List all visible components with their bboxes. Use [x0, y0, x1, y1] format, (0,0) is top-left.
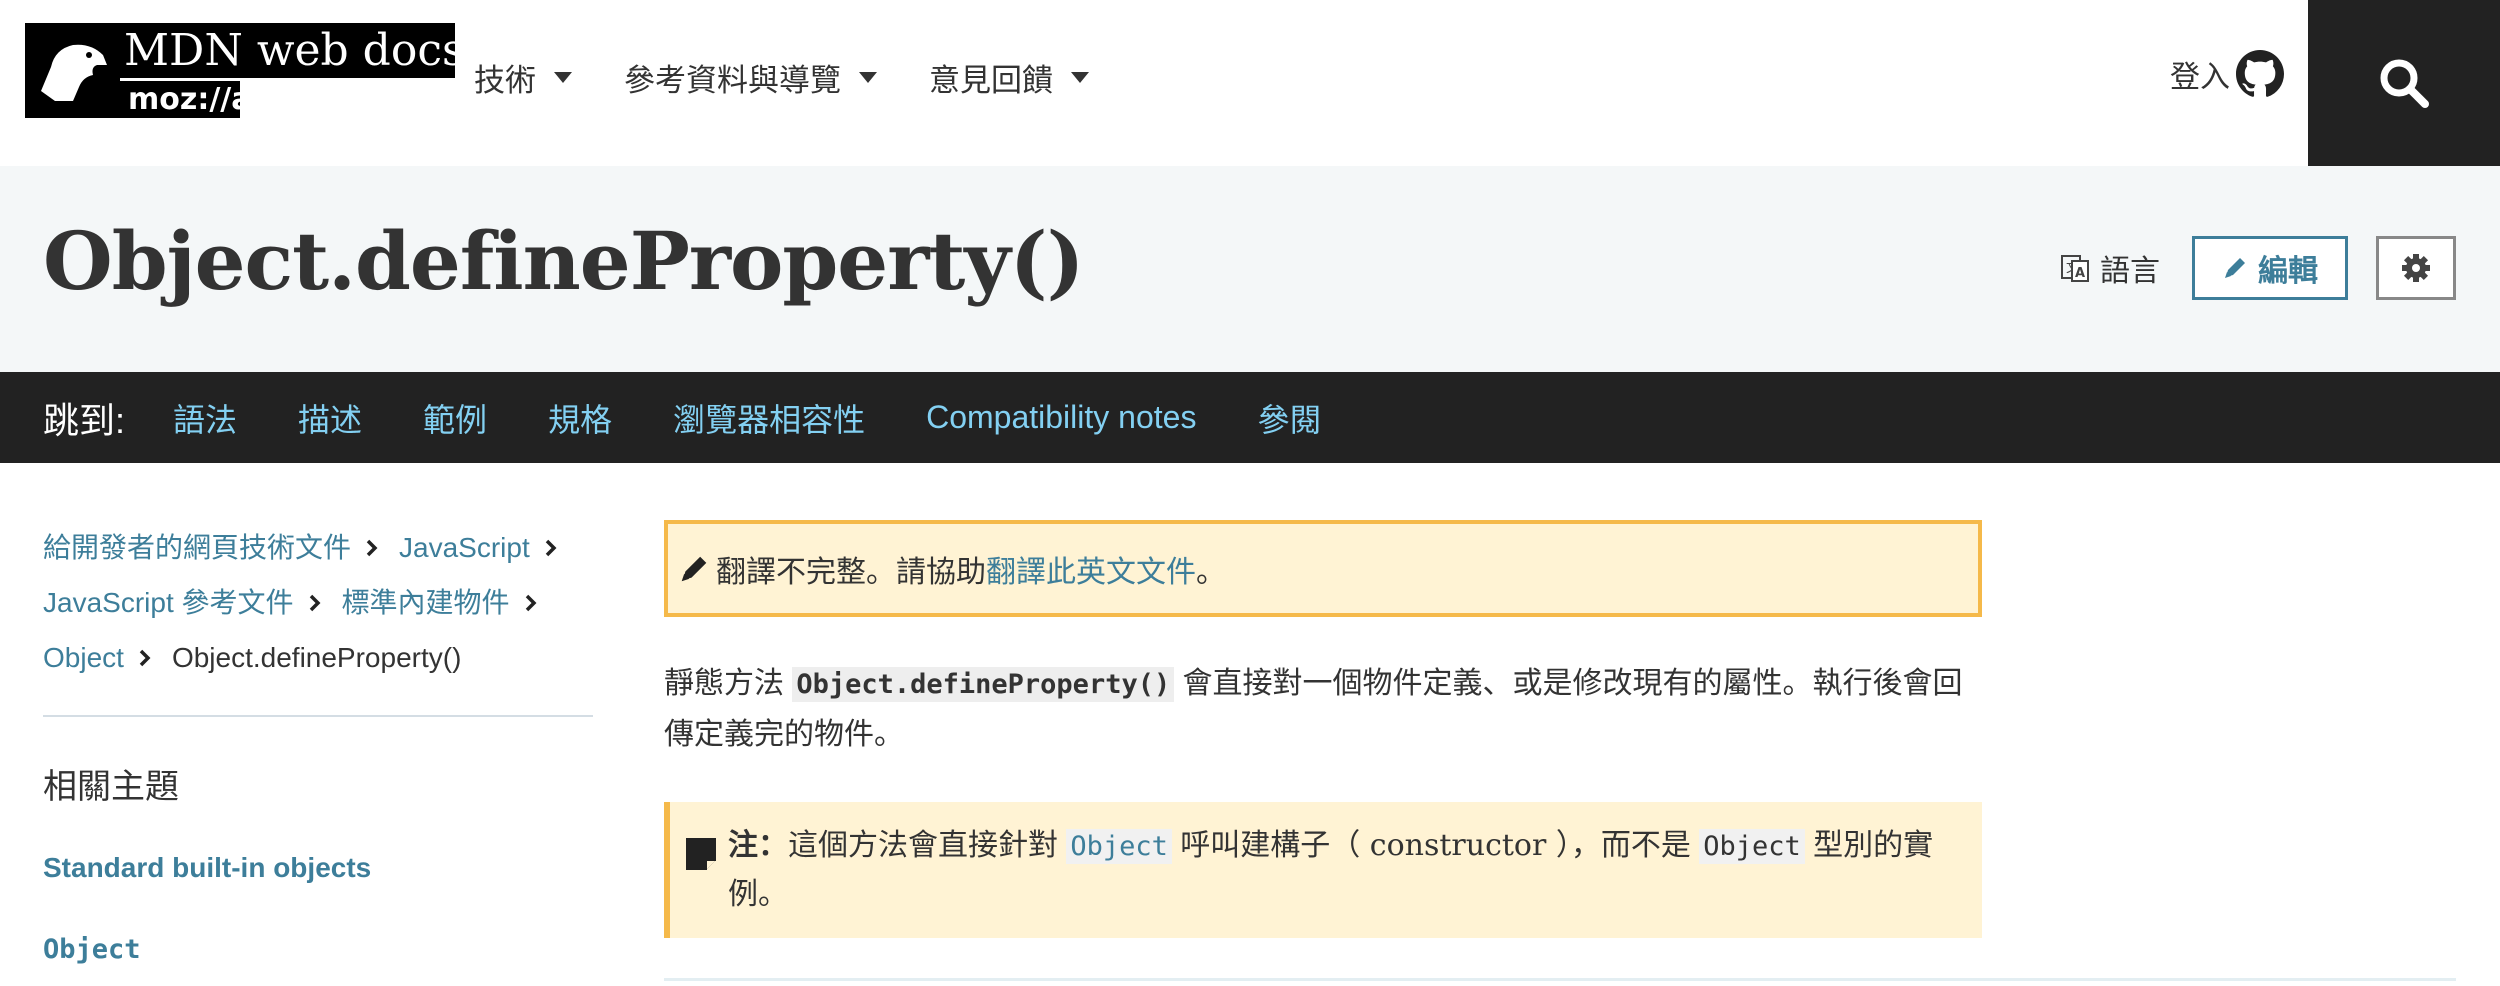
caret-down-icon: [859, 72, 877, 83]
related-topics-heading: 相關主題: [43, 768, 179, 806]
edit-button[interactable]: 編輯: [2192, 236, 2348, 300]
note-text: 這個方法會直接針對: [788, 829, 1067, 862]
mozilla-wordmark: moz://a: [120, 81, 252, 118]
language-icon: 文 A: [2061, 255, 2089, 282]
breadcrumb-current: Object.defineProperty(): [171, 642, 462, 673]
jump-link-browser-compatibility[interactable]: 瀏覽器相容性: [673, 395, 865, 441]
pencil-icon: [2225, 258, 2245, 278]
search-icon: [2380, 59, 2429, 108]
breadcrumb-link[interactable]: 給開發者的網頁技術文件: [43, 520, 351, 575]
breadcrumb-link[interactable]: JavaScript: [399, 520, 530, 575]
translation-warning: 翻譯不完整。請協助 翻譯此英文文件。: [664, 520, 1982, 617]
language-button[interactable]: 文 A 語言: [2060, 246, 2160, 290]
jump-link-specifications[interactable]: 規格: [548, 395, 612, 441]
logo-title: MDN web docs: [120, 23, 465, 78]
desc-text: 靜態方法: [664, 667, 793, 700]
jump-link-description[interactable]: 描述: [298, 395, 362, 441]
login-link[interactable]: 登入: [2170, 50, 2284, 98]
nav-technologies[interactable]: 技術: [474, 55, 572, 100]
nav-label: 意見回饋: [929, 63, 1053, 98]
content-divider: [664, 978, 2456, 981]
nav-feedback[interactable]: 意見回饋: [929, 55, 1089, 100]
site-header: MDN web docs moz://a 技術 參考資料與導覽 意見回饋 登入: [0, 0, 2500, 166]
note-label: 注：: [728, 829, 788, 862]
login-label: 登入: [2170, 61, 2230, 94]
breadcrumb-link[interactable]: 標準內建物件: [342, 575, 510, 630]
svg-text:A: A: [2075, 266, 2085, 281]
translate-link[interactable]: 翻譯此英文文件: [986, 547, 1196, 591]
sidebar-divider: [43, 715, 593, 717]
sidebar-link-standard-objects[interactable]: Standard built-in objects: [43, 852, 593, 884]
object-link[interactable]: Object: [1066, 829, 1172, 864]
chevron-right-icon: [308, 593, 322, 613]
jump-link-syntax[interactable]: 語法: [173, 395, 237, 441]
warning-end: 。: [1196, 555, 1226, 589]
dinosaur-icon: [25, 23, 120, 118]
jump-link-compatibility-notes[interactable]: Compatibility notes: [926, 399, 1196, 436]
title-band: Object.defineProperty() 文 A 語言 編輯: [0, 166, 2500, 372]
search-button[interactable]: [2308, 0, 2500, 166]
note-text: 呼叫建構子（: [1171, 829, 1361, 862]
object-code: Object: [1699, 829, 1805, 864]
description-paragraph: 靜態方法 Object.defineProperty() 會直接對一個物件定義、…: [664, 659, 1982, 760]
note-box: 注：這個方法會直接針對 Object 呼叫建構子（ constructor ），…: [664, 802, 1982, 938]
caret-down-icon: [554, 72, 572, 83]
warning-text: 翻譯不完整。請協助: [716, 555, 986, 589]
nav-references-guides[interactable]: 參考資料與導覽: [624, 55, 877, 100]
chevron-right-icon: [365, 538, 379, 558]
jump-link-see-also[interactable]: 參閱: [1257, 395, 1321, 441]
pencil-icon: [681, 556, 707, 581]
mdn-logo[interactable]: MDN web docs moz://a: [25, 23, 465, 118]
breadcrumb: 給開發者的網頁技術文件 JavaScript JavaScript 參考文件 標…: [43, 520, 593, 685]
page-title: Object.defineProperty(): [43, 214, 1084, 308]
sidebar-link-object[interactable]: Object: [43, 934, 593, 965]
jump-to-label: 跳到:: [43, 399, 126, 441]
note-text: ），而不是: [1555, 829, 1700, 862]
jump-to-bar: 跳到: 語法 描述 範例 規格 瀏覽器相容性 Compatibility not…: [0, 372, 2500, 463]
sidebar: 給開發者的網頁技術文件 JavaScript JavaScript 參考文件 標…: [43, 520, 593, 965]
nav-label: 技術: [474, 63, 536, 98]
gear-icon: [2402, 254, 2430, 282]
settings-button[interactable]: [2376, 236, 2456, 300]
caret-down-icon: [1071, 72, 1089, 83]
main-nav: 技術 參考資料與導覽 意見回饋: [474, 55, 1141, 100]
chevron-right-icon: [544, 538, 558, 558]
breadcrumb-link[interactable]: Object: [43, 630, 124, 685]
breadcrumb-link[interactable]: JavaScript 參考文件: [43, 575, 294, 630]
jump-link-examples[interactable]: 範例: [423, 395, 487, 441]
edit-label: 編輯: [2258, 255, 2318, 288]
chevron-right-icon: [524, 593, 538, 613]
language-label: 語言: [2100, 255, 2160, 288]
nav-label: 參考資料與導覽: [624, 63, 841, 98]
github-icon: [2236, 50, 2284, 97]
main-content: 翻譯不完整。請協助 翻譯此英文文件。 靜態方法 Object.definePro…: [664, 520, 1982, 938]
method-code: Object.defineProperty(): [792, 667, 1175, 702]
note-icon: [686, 838, 716, 870]
note-text: constructor: [1360, 828, 1556, 863]
chevron-right-icon: [138, 648, 152, 668]
